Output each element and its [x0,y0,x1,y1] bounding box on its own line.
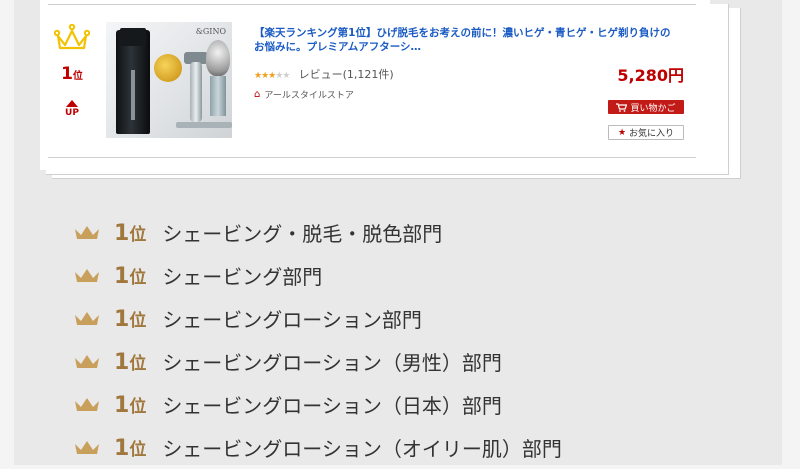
shop-link[interactable]: ⌂ アールスタイルストア [254,88,354,101]
crown-icon [75,268,99,282]
award-rank-unit: 位 [129,396,147,417]
award-rank-number: 1 [114,435,130,461]
crown-icon [54,24,90,50]
award-rank: 1位 [114,220,146,246]
crown-icon [75,397,99,411]
award-item: 1位 シェービング部門 [74,254,774,297]
crown-icon [75,225,99,239]
arrow-up-icon [66,100,78,107]
award-rank-unit: 位 [129,439,147,460]
award-rank-number: 1 [114,349,130,375]
award-rank-number: 1 [114,220,130,246]
product-card[interactable]: 1位 UP &GINO 【楽天ランキング第1位】ひげ脱毛をお考えの前に！濃いヒゲ… [40,0,710,170]
award-rank-unit: 位 [129,224,147,245]
cart-button-label: 買い物かご [630,103,676,114]
add-to-cart-button[interactable]: 買い物かご [608,100,684,114]
divider [48,157,696,158]
award-rank: 1位 [114,392,146,418]
award-rank: 1位 [114,349,146,375]
shop-name: アールスタイルストア [264,91,354,101]
star-empty-icon: ★ [282,71,290,81]
brush-handle-graphic [210,76,226,116]
rating-row: ★★★★★ レビュー(1,121件) [254,66,394,82]
add-to-favorites-button[interactable]: ★ お気に入り [608,125,684,140]
image-brand-text: &GINO [195,27,226,36]
star-icon: ★ [617,127,627,138]
rank-label: 1位 [50,64,94,84]
award-category: シェービング部門 [162,265,323,289]
ranking-panel: 1位 UP &GINO 【楽天ランキング第1位】ひげ脱毛をお考えの前に！濃いヒゲ… [14,0,782,465]
bottle-graphic [116,28,150,134]
award-rank-unit: 位 [129,310,147,331]
product-image[interactable]: &GINO [106,22,232,138]
trend-up-badge: UP [50,100,94,118]
award-rank-number: 1 [114,392,130,418]
crown-icon [75,354,99,368]
review-count-link[interactable]: レビュー(1,121件) [299,68,394,81]
product-price: 5,280円 [617,66,684,85]
shaving-brush-graphic [206,40,230,76]
award-category: シェービングローション部門 [162,308,422,332]
award-rank-number: 1 [114,263,130,289]
rank-column: 1位 UP [50,24,94,118]
award-category: シェービングローション（日本）部門 [162,394,502,418]
divider [48,4,696,5]
award-category: シェービングローション（オイリー肌）部門 [162,437,562,461]
gold-badge-graphic [154,54,182,82]
crown-icon [75,311,99,325]
award-item: 1位 シェービングローション（オイリー肌）部門 [74,426,774,469]
product-title-link[interactable]: 【楽天ランキング第1位】ひげ脱毛をお考えの前に！濃いヒゲ・青ヒゲ・ヒゲ剃り負けの… [254,26,674,54]
award-rank-unit: 位 [129,353,147,374]
award-item: 1位 シェービングローション（日本）部門 [74,383,774,426]
razor-handle-graphic [190,62,202,122]
award-rank: 1位 [114,435,146,461]
award-rank: 1位 [114,306,146,332]
cart-icon [616,102,628,112]
award-category: シェービングローション（男性）部門 [162,351,502,375]
favorites-button-label: お気に入り [629,129,675,139]
crown-icon [75,440,99,454]
star-rating: ★★★★★ [254,71,290,81]
award-rank-unit: 位 [129,267,147,288]
rank-number: 1 [61,64,73,84]
award-rank: 1位 [114,263,146,289]
product-card-stack: 1位 UP &GINO 【楽天ランキング第1位】ひげ脱毛をお考えの前に！濃いヒゲ… [40,0,741,179]
award-item: 1位 シェービングローション（男性）部門 [74,340,774,383]
trend-label: UP [65,108,79,118]
award-rank-number: 1 [114,306,130,332]
award-item: 1位 シェービング・脱毛・脱色部門 [74,211,774,254]
award-category: シェービング・脱毛・脱色部門 [162,222,443,246]
award-list: 1位 シェービング・脱毛・脱色部門 1位 シェービング部門 1位 シェービングロ… [74,211,774,469]
award-item: 1位 シェービングローション部門 [74,297,774,340]
rank-unit: 位 [72,71,83,82]
stand-graphic [176,122,232,128]
shop-house-icon: ⌂ [254,89,261,100]
